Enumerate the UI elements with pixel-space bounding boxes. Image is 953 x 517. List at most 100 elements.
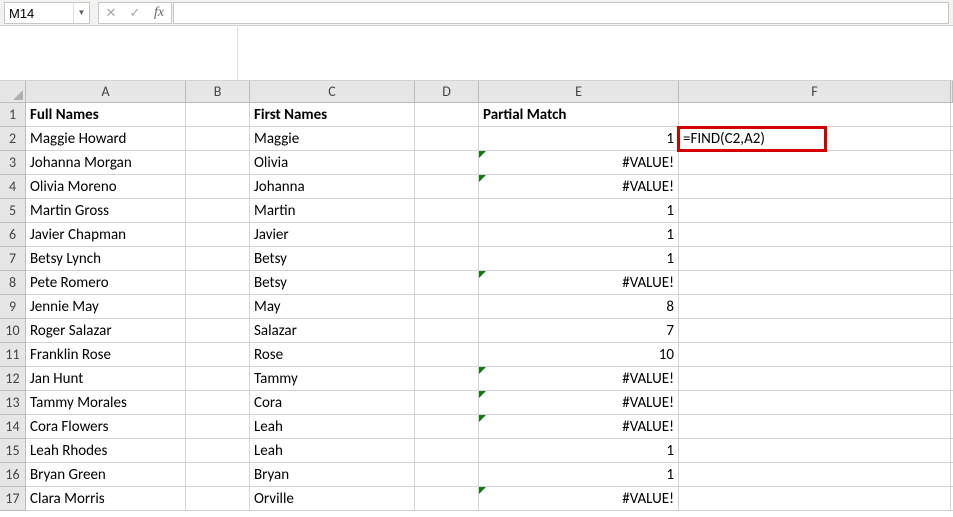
cell-A6[interactable]: Javier Chapman [26, 223, 186, 247]
cell-A16[interactable]: Bryan Green [26, 463, 186, 487]
cell-B6[interactable] [186, 223, 250, 247]
cell-C14[interactable]: Leah [250, 415, 415, 439]
column-header-E[interactable]: E [479, 81, 679, 103]
cell-B1[interactable] [186, 103, 250, 127]
cell-A17[interactable]: Clara Morris [26, 487, 186, 511]
cell-E11[interactable]: 10 [479, 343, 679, 367]
cell-B3[interactable] [186, 151, 250, 175]
cell-F9[interactable] [679, 295, 951, 319]
cell-C1[interactable]: First Names [250, 103, 415, 127]
column-header-A[interactable]: A [26, 81, 186, 103]
cell-F17[interactable] [679, 487, 951, 511]
cell-E17[interactable]: #VALUE! [479, 487, 679, 511]
cell-F6[interactable] [679, 223, 951, 247]
cell-E1[interactable]: Partial Match [479, 103, 679, 127]
cell-C4[interactable]: Johanna [250, 175, 415, 199]
cell-B5[interactable] [186, 199, 250, 223]
cell-D17[interactable] [415, 487, 479, 511]
cell-F11[interactable] [679, 343, 951, 367]
cell-C17[interactable]: Orville [250, 487, 415, 511]
cell-C13[interactable]: Cora [250, 391, 415, 415]
cell-D16[interactable] [415, 463, 479, 487]
cell-C11[interactable]: Rose [250, 343, 415, 367]
cell-E8[interactable]: #VALUE! [479, 271, 679, 295]
cell-B15[interactable] [186, 439, 250, 463]
cell-F3[interactable] [679, 151, 951, 175]
cell-A8[interactable]: Pete Romero [26, 271, 186, 295]
cell-E2[interactable]: 1 [479, 127, 679, 151]
cell-B12[interactable] [186, 367, 250, 391]
select-all-corner[interactable] [0, 81, 26, 103]
cell-D10[interactable] [415, 319, 479, 343]
cell-A3[interactable]: Johanna Morgan [26, 151, 186, 175]
cell-F14[interactable] [679, 415, 951, 439]
cell-A10[interactable]: Roger Salazar [26, 319, 186, 343]
cell-A12[interactable]: Jan Hunt [26, 367, 186, 391]
row-header-3[interactable]: 3 [0, 151, 26, 175]
cell-B14[interactable] [186, 415, 250, 439]
cell-E12[interactable]: #VALUE! [479, 367, 679, 391]
cell-E3[interactable]: #VALUE! [479, 151, 679, 175]
cell-F12[interactable] [679, 367, 951, 391]
cell-D8[interactable] [415, 271, 479, 295]
cell-C6[interactable]: Javier [250, 223, 415, 247]
cell-E4[interactable]: #VALUE! [479, 175, 679, 199]
row-header-13[interactable]: 13 [0, 391, 26, 415]
cell-E6[interactable]: 1 [479, 223, 679, 247]
cell-A14[interactable]: Cora Flowers [26, 415, 186, 439]
cell-B16[interactable] [186, 463, 250, 487]
row-header-7[interactable]: 7 [0, 247, 26, 271]
confirm-formula-button[interactable]: ✓ [123, 3, 147, 23]
cell-C12[interactable]: Tammy [250, 367, 415, 391]
cell-C16[interactable]: Bryan [250, 463, 415, 487]
cell-B2[interactable] [186, 127, 250, 151]
insert-function-button[interactable]: fx [147, 3, 171, 23]
cell-D9[interactable] [415, 295, 479, 319]
cell-A2[interactable]: Maggie Howard [26, 127, 186, 151]
cell-F15[interactable] [679, 439, 951, 463]
column-header-C[interactable]: C [250, 81, 415, 103]
row-header-16[interactable]: 16 [0, 463, 26, 487]
cell-B8[interactable] [186, 271, 250, 295]
cell-E13[interactable]: #VALUE! [479, 391, 679, 415]
column-header-D[interactable]: D [415, 81, 479, 103]
row-header-8[interactable]: 8 [0, 271, 26, 295]
cell-F2[interactable]: =FIND(C2,A2) [679, 127, 951, 151]
cancel-formula-button[interactable]: ✕ [99, 3, 123, 23]
cell-E10[interactable]: 7 [479, 319, 679, 343]
cell-B4[interactable] [186, 175, 250, 199]
cell-F4[interactable] [679, 175, 951, 199]
cell-E15[interactable]: 1 [479, 439, 679, 463]
row-header-5[interactable]: 5 [0, 199, 26, 223]
cell-E16[interactable]: 1 [479, 463, 679, 487]
row-header-1[interactable]: 1 [0, 103, 26, 127]
cell-B10[interactable] [186, 319, 250, 343]
cell-A5[interactable]: Martin Gross [26, 199, 186, 223]
row-header-9[interactable]: 9 [0, 295, 26, 319]
cell-D12[interactable] [415, 367, 479, 391]
cell-E5[interactable]: 1 [479, 199, 679, 223]
cell-D1[interactable] [415, 103, 479, 127]
spreadsheet-grid[interactable]: ABCDEF1Full NamesFirst NamesPartial Matc… [0, 81, 953, 511]
cell-B13[interactable] [186, 391, 250, 415]
cell-C10[interactable]: Salazar [250, 319, 415, 343]
cell-C2[interactable]: Maggie [250, 127, 415, 151]
cell-D7[interactable] [415, 247, 479, 271]
cell-C8[interactable]: Betsy [250, 271, 415, 295]
row-header-17[interactable]: 17 [0, 487, 26, 511]
cell-A15[interactable]: Leah Rhodes [26, 439, 186, 463]
cell-B11[interactable] [186, 343, 250, 367]
cell-A9[interactable]: Jennie May [26, 295, 186, 319]
cell-B9[interactable] [186, 295, 250, 319]
cell-F16[interactable] [679, 463, 951, 487]
cell-F8[interactable] [679, 271, 951, 295]
cell-C5[interactable]: Martin [250, 199, 415, 223]
formula-input[interactable] [174, 6, 948, 21]
cell-A4[interactable]: Olivia Moreno [26, 175, 186, 199]
row-header-14[interactable]: 14 [0, 415, 26, 439]
cell-D4[interactable] [415, 175, 479, 199]
row-header-4[interactable]: 4 [0, 175, 26, 199]
cell-E14[interactable]: #VALUE! [479, 415, 679, 439]
row-header-11[interactable]: 11 [0, 343, 26, 367]
cell-F13[interactable] [679, 391, 951, 415]
